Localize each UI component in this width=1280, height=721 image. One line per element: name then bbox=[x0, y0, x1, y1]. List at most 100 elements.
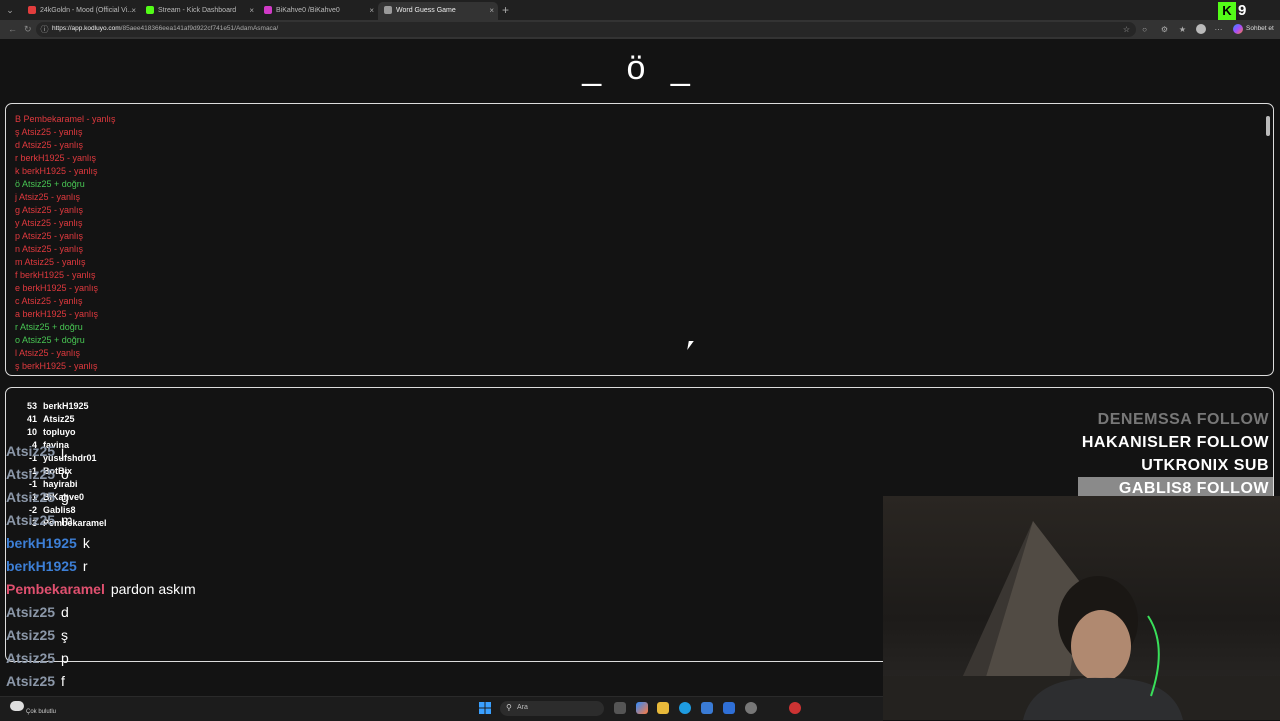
edge-browser-icon[interactable] bbox=[679, 702, 691, 714]
kick-counter: 9 bbox=[1238, 2, 1247, 19]
chat-text: f bbox=[61, 673, 65, 689]
chat-message: Atsiz25 f bbox=[6, 670, 196, 693]
tab-favicon-icon bbox=[146, 6, 154, 15]
tab-favicon-icon bbox=[264, 6, 272, 15]
guess-entry: ş Atsiz25 - yanlış bbox=[15, 127, 83, 137]
chat-username: Atsiz25 bbox=[6, 604, 56, 620]
chat-text: ö bbox=[61, 466, 69, 482]
guess-entry: c Atsiz25 - yanlış bbox=[15, 296, 83, 306]
score-row: 41 Atsiz25 bbox=[15, 413, 107, 426]
guess-entry: d Atsiz25 - yanlış bbox=[15, 140, 84, 150]
chat-message: Atsiz25 p bbox=[6, 647, 196, 670]
profile-avatar-icon[interactable] bbox=[1196, 24, 1206, 34]
browser-tab-bar: ⌄ 24kGoldn - Mood (Official Vi... × Stream… bbox=[0, 0, 1280, 20]
taskbar-search-placeholder: Ara bbox=[517, 704, 528, 711]
chat-username: Atsiz25 bbox=[6, 466, 56, 482]
scrollbar-thumb[interactable] bbox=[1266, 116, 1270, 136]
address-bar-row: ← ↻ ⓘ https://app.kodluyo.com/85aee41836… bbox=[0, 20, 1280, 39]
chat-username: Atsiz25 bbox=[6, 650, 56, 666]
favorites-icon[interactable]: ★ bbox=[1178, 25, 1187, 34]
chat-text: r bbox=[82, 558, 88, 574]
chat-message: Pembekaramel pardon askım bbox=[6, 578, 196, 601]
chat-message: Atsiz25 ş bbox=[6, 624, 196, 647]
guess-entry: n Atsiz25 - yanlış bbox=[15, 244, 84, 254]
browser-tab[interactable]: Word Guess Game × bbox=[378, 2, 498, 20]
tab-actions-chevron-icon[interactable]: ⌄ bbox=[4, 4, 16, 16]
guess-entry: j Atsiz25 - yanlış bbox=[15, 192, 81, 202]
kick-logo-icon: K bbox=[1218, 2, 1236, 20]
webcam-image bbox=[883, 521, 1280, 720]
chat-message: Atsiz25 d bbox=[6, 601, 196, 624]
settings-taskbar-icon[interactable] bbox=[745, 702, 757, 714]
windows-start-icon[interactable] bbox=[479, 702, 491, 714]
copilot-icon[interactable] bbox=[1233, 24, 1243, 34]
new-tab-button[interactable]: + bbox=[502, 3, 509, 17]
guess-log-list: B Pembekaramel - yanlış ş Atsiz25 - yanlı… bbox=[15, 113, 116, 373]
guess-entry: k berkH1925 - yanlış bbox=[15, 166, 98, 176]
chat-text: g bbox=[61, 489, 69, 505]
task-view-icon[interactable] bbox=[614, 702, 626, 714]
stream-alert: HAKANISLER FOLLOW bbox=[1081, 434, 1269, 451]
stream-alert: DENEMSSA FOLLOW bbox=[1097, 411, 1269, 428]
guess-log-panel[interactable]: B Pembekaramel - yanlış ş Atsiz25 - yanlı… bbox=[5, 103, 1274, 376]
chat-username: berkH1925 bbox=[6, 558, 77, 574]
stream-chat-overlay: Atsiz25 j Atsiz25 ö Atsiz25 g Atsiz25 m berkH192… bbox=[6, 440, 196, 716]
guess-entry: m Atsiz25 - yanlış bbox=[15, 257, 86, 267]
chat-username: Atsiz25 bbox=[6, 489, 56, 505]
copilot-button[interactable]: Sohbet et bbox=[1246, 25, 1274, 32]
chat-text: ş bbox=[61, 627, 69, 643]
tab-close-icon[interactable]: × bbox=[369, 2, 374, 20]
chat-text: k bbox=[82, 535, 90, 551]
score-player-name: topluyo bbox=[43, 427, 76, 437]
tab-label: Word Guess Game bbox=[396, 7, 456, 14]
chat-message: berkH1925 k bbox=[6, 532, 196, 555]
score-points: 53 bbox=[26, 401, 37, 411]
score-player-name: Atsiz25 bbox=[43, 414, 75, 424]
refresh-icon[interactable]: ↻ bbox=[24, 24, 32, 35]
back-arrow-icon[interactable]: ← bbox=[8, 24, 17, 35]
tab-favicon-icon bbox=[384, 6, 392, 15]
extensions-icon[interactable]: ○ bbox=[1140, 25, 1149, 34]
browser-tab[interactable]: 24kGoldn - Mood (Official Vi... × bbox=[22, 2, 140, 20]
more-menu-icon[interactable]: ⋯ bbox=[1214, 25, 1223, 34]
copilot-taskbar-icon[interactable] bbox=[636, 702, 648, 714]
favorite-star-icon[interactable]: ☆ bbox=[1122, 25, 1131, 34]
guess-entry: B Pembekaramel - yanlış bbox=[15, 114, 116, 124]
chat-text: p bbox=[61, 650, 69, 666]
windows-taskbar: Çok bulutlu ⚲ Ara bbox=[0, 696, 883, 721]
weather-cloud-icon[interactable] bbox=[10, 701, 24, 711]
browser-tab[interactable]: BiKahve0 /BiKahve0 × bbox=[258, 2, 378, 20]
taskbar-search-input[interactable] bbox=[500, 701, 604, 716]
chat-username: Atsiz25 bbox=[6, 673, 56, 689]
mail-icon[interactable] bbox=[723, 702, 735, 714]
chat-text: pardon askım bbox=[110, 581, 196, 597]
score-player-name: berkH1925 bbox=[43, 401, 89, 411]
chat-message: Atsiz25 g bbox=[6, 486, 196, 509]
chat-message: Atsiz25 j bbox=[6, 440, 196, 463]
tab-close-icon[interactable]: × bbox=[131, 2, 136, 20]
tab-close-icon[interactable]: × bbox=[249, 2, 254, 20]
recording-app-icon[interactable] bbox=[789, 702, 801, 714]
guess-entry: a berkH1925 - yanlış bbox=[15, 309, 99, 319]
url-host: https://app.kodluyo.com bbox=[52, 25, 121, 32]
score-row: 10 topluyo bbox=[15, 426, 107, 439]
guess-entry: p Atsiz25 - yanlış bbox=[15, 231, 84, 241]
masked-word: _ ö _ bbox=[582, 49, 698, 87]
guess-entry: l Atsiz25 - yanlış bbox=[15, 348, 81, 358]
guess-entry: g Atsiz25 - yanlış bbox=[15, 205, 84, 215]
url-text: https://app.kodluyo.com/85aee418366eea14… bbox=[52, 25, 278, 32]
weather-label[interactable]: Çok bulutlu bbox=[26, 709, 56, 715]
settings-gear-icon[interactable]: ⚙ bbox=[1160, 25, 1169, 34]
store-icon[interactable] bbox=[701, 702, 713, 714]
tab-label: 24kGoldn - Mood (Official Vi... bbox=[40, 7, 134, 14]
guess-log-scrollbar[interactable] bbox=[1266, 108, 1271, 372]
file-explorer-icon[interactable] bbox=[657, 702, 669, 714]
chat-username: Atsiz25 bbox=[6, 443, 56, 459]
browser-tab[interactable]: Stream - Kick Dashboard × bbox=[140, 2, 258, 20]
chat-message: Atsiz25 ö bbox=[6, 463, 196, 486]
chat-text: m bbox=[61, 512, 73, 528]
search-icon: ⚲ bbox=[506, 703, 512, 712]
tab-close-icon[interactable]: × bbox=[489, 2, 494, 20]
site-info-icon[interactable]: ⓘ bbox=[40, 25, 49, 34]
guess-entry: o Atsiz25 + doğru bbox=[15, 335, 85, 345]
